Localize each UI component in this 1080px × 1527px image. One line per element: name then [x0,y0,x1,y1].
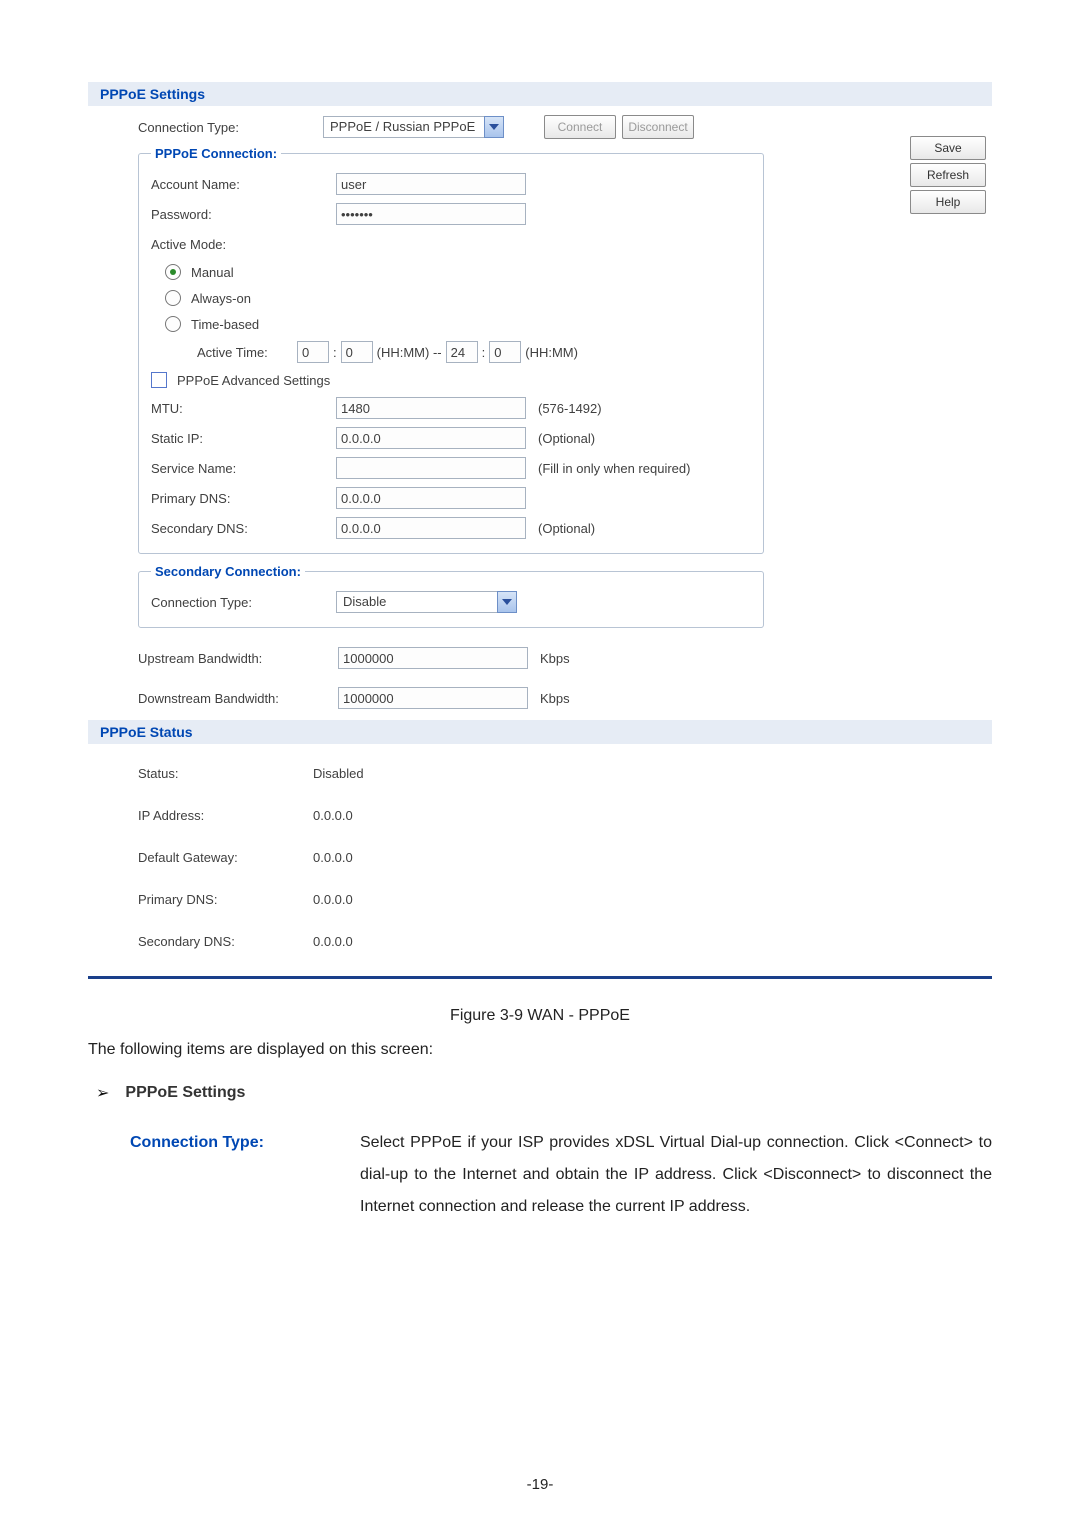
intro-text: The following items are displayed on thi… [88,1041,992,1059]
secondary-dns-input[interactable] [336,517,526,539]
advanced-settings-label: PPPoE Advanced Settings [177,373,330,388]
secondary-conn-type-value: Disable [336,591,498,613]
status-label: Status: [138,766,313,781]
mode-time-label: Time-based [191,317,259,332]
status-sdns-label: Secondary DNS: [138,934,313,949]
bullet-arrow-icon: ➢ [96,1083,109,1103]
connect-button[interactable]: Connect [544,115,616,139]
mode-manual-radio[interactable]: Manual [151,259,751,285]
password-label: Password: [151,207,336,222]
pppoe-connection-fieldset: PPPoE Connection: Account Name: Password… [138,146,764,554]
status-ip-label: IP Address: [138,808,313,823]
account-name-input[interactable] [336,173,526,195]
desc-connection-type-label: Connection Type: [130,1127,360,1223]
status-gw-label: Default Gateway: [138,850,313,865]
service-name-hint: (Fill in only when required) [538,461,690,476]
mtu-label: MTU: [151,401,336,416]
status-pdns-value: 0.0.0.0 [313,892,353,907]
downstream-bw-unit: Kbps [540,691,570,706]
bullet-pppoe-settings: PPPoE Settings [125,1084,245,1102]
time-end-hour-input[interactable] [446,341,478,363]
status-ip-value: 0.0.0.0 [313,808,353,823]
chevron-down-icon [484,116,504,138]
advanced-settings-checkbox[interactable] [151,372,167,388]
connection-type-label: Connection Type: [138,120,323,135]
secondary-conn-type-label: Connection Type: [151,595,336,610]
downstream-bw-input[interactable] [338,687,528,709]
service-name-input[interactable] [336,457,526,479]
service-name-label: Service Name: [151,461,336,476]
active-mode-label: Active Mode: [151,237,336,252]
static-ip-input[interactable] [336,427,526,449]
secondary-connection-legend: Secondary Connection: [151,564,305,579]
upstream-bw-input[interactable] [338,647,528,669]
desc-connection-type-body: Select PPPoE if your ISP provides xDSL V… [360,1127,992,1223]
connection-type-value: PPPoE / Russian PPPoE [323,116,485,138]
downstream-bw-label: Downstream Bandwidth: [138,691,338,706]
mtu-input[interactable] [336,397,526,419]
secondary-dns-hint: (Optional) [538,521,595,536]
radio-unselected-icon [165,290,181,306]
pppoe-status-header: PPPoE Status [88,720,992,744]
radio-unselected-icon [165,316,181,332]
status-sdns-value: 0.0.0.0 [313,934,353,949]
secondary-connection-fieldset: Secondary Connection: Connection Type: D… [138,564,764,628]
status-pdns-label: Primary DNS: [138,892,313,907]
time-end-min-input[interactable] [489,341,521,363]
static-ip-label: Static IP: [151,431,336,446]
status-gw-value: 0.0.0.0 [313,850,353,865]
static-ip-hint: (Optional) [538,431,595,446]
pppoe-settings-header: PPPoE Settings [88,82,992,106]
pppoe-connection-legend: PPPoE Connection: [151,146,281,161]
status-value: Disabled [313,766,364,781]
mode-manual-label: Manual [191,265,234,280]
mode-always-radio[interactable]: Always-on [151,285,751,311]
account-name-label: Account Name: [151,177,336,192]
mode-time-radio[interactable]: Time-based [151,311,751,337]
secondary-conn-type-select[interactable]: Disable [336,591,517,613]
secondary-dns-label: Secondary DNS: [151,521,336,536]
page-number: -19- [0,1476,1080,1493]
upstream-bw-unit: Kbps [540,651,570,666]
disconnect-button[interactable]: Disconnect [622,115,694,139]
mode-always-label: Always-on [191,291,251,306]
figure-caption: Figure 3-9 WAN - PPPoE [88,1007,992,1025]
active-time-label: Active Time: [197,345,293,360]
primary-dns-input[interactable] [336,487,526,509]
time-start-hour-input[interactable] [297,341,329,363]
time-start-min-input[interactable] [341,341,373,363]
upstream-bw-label: Upstream Bandwidth: [138,651,338,666]
primary-dns-label: Primary DNS: [151,491,336,506]
password-input[interactable] [336,203,526,225]
chevron-down-icon [497,591,517,613]
connection-type-select[interactable]: PPPoE / Russian PPPoE [323,116,504,138]
router-config-panel: Save Refresh Help PPPoE Settings Connect… [88,82,992,979]
hhmm-label: (HH:MM) [525,345,578,360]
hhmm-dash-label: (HH:MM) -- [377,345,442,360]
radio-selected-icon [165,264,181,280]
mtu-hint: (576-1492) [538,401,602,416]
